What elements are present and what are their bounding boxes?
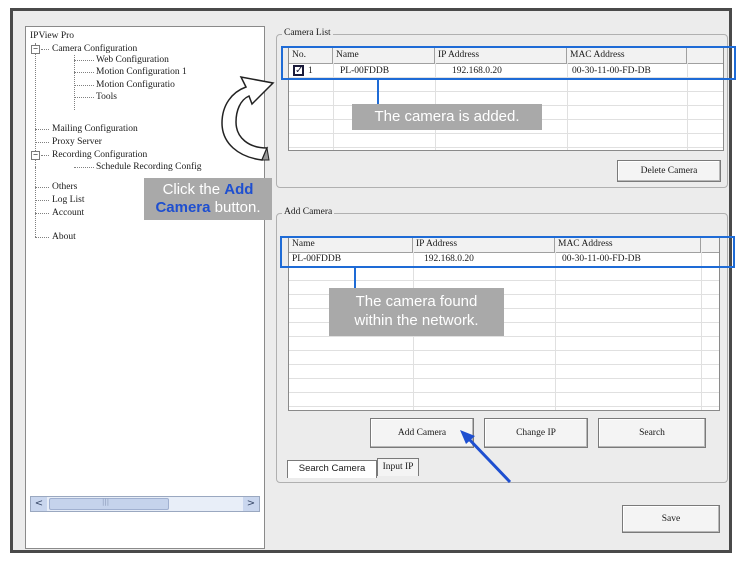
annotation-overlay <box>221 75 512 484</box>
curved-arrow-icon <box>221 75 275 161</box>
pointer-arrow-line <box>465 435 512 484</box>
